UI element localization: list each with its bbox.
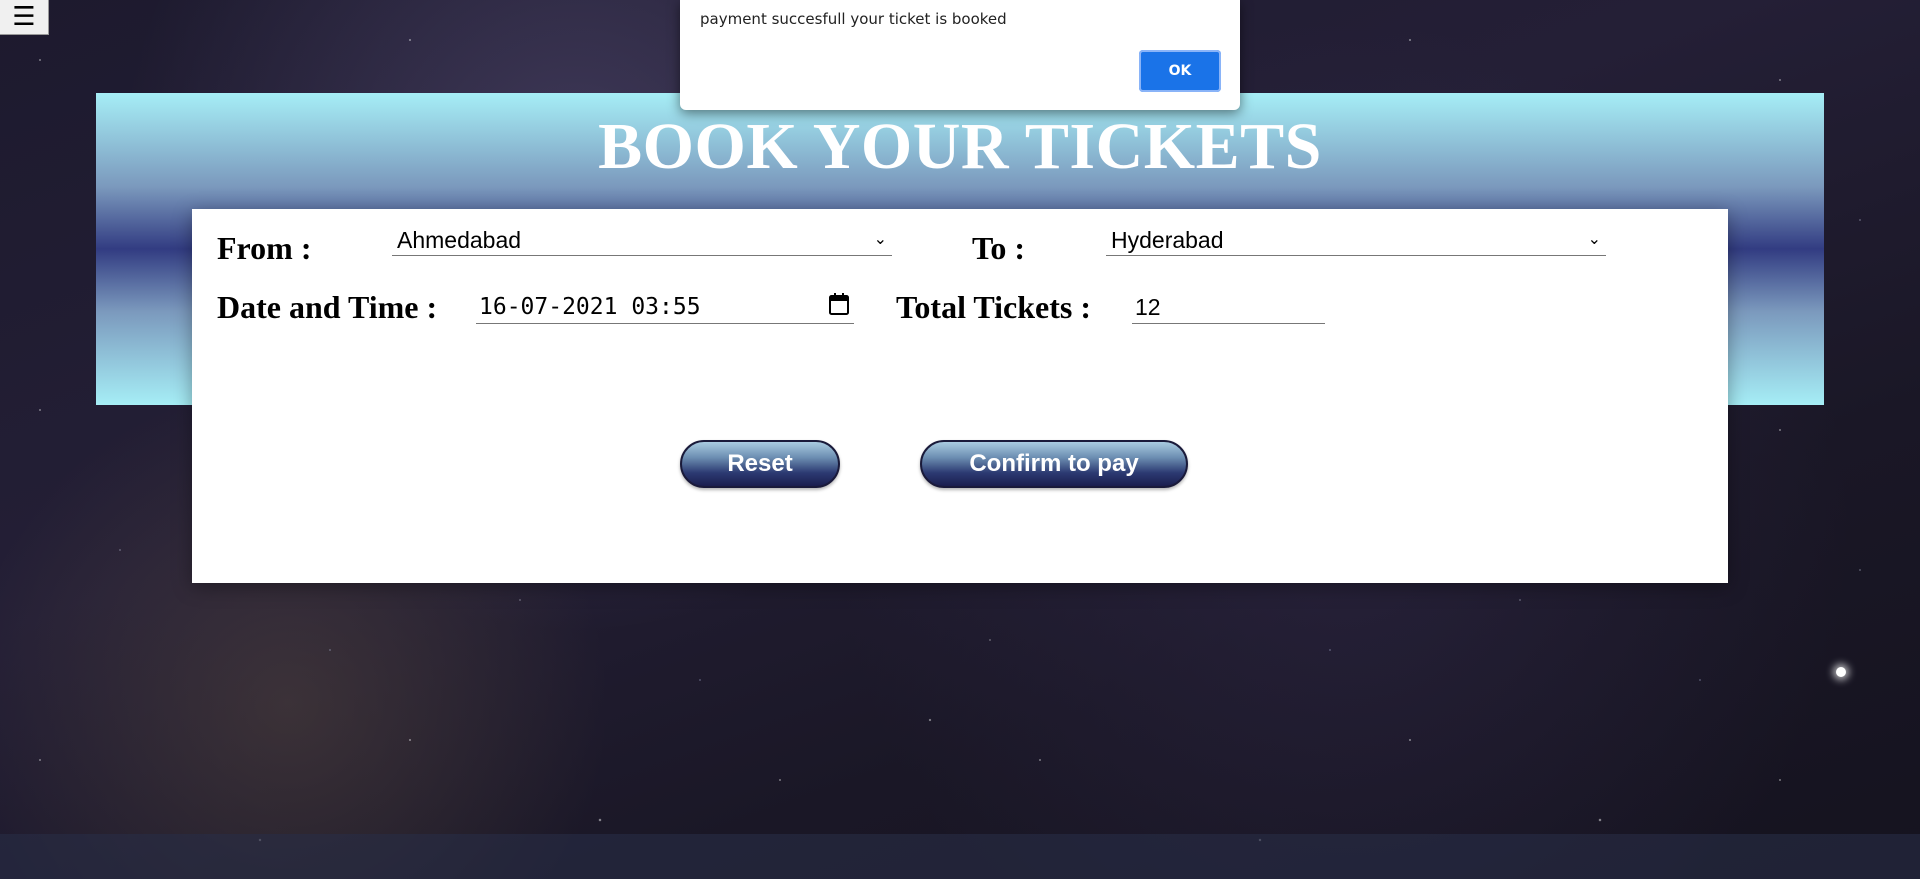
from-select-value: Ahmedabad xyxy=(397,227,522,253)
from-select[interactable]: Ahmedabad ⌄ xyxy=(392,226,892,256)
datetime-input[interactable]: 16-07-2021 03:55 xyxy=(476,290,854,324)
alert-message: payment succesfull your ticket is booked xyxy=(700,10,1007,28)
datetime-label: Date and Time : xyxy=(217,289,438,325)
tickets-input-value: 12 xyxy=(1135,294,1161,320)
bright-star xyxy=(1836,667,1846,677)
tickets-input[interactable]: 12 xyxy=(1132,290,1325,324)
bottom-strip xyxy=(0,834,1920,879)
tickets-label: Total Tickets : xyxy=(896,289,1091,325)
hamburger-menu-icon: ☰ xyxy=(12,2,36,32)
to-label: To : xyxy=(972,230,1026,266)
calendar-icon[interactable] xyxy=(828,292,850,316)
chevron-down-icon: ⌄ xyxy=(873,231,887,248)
alert-ok-button[interactable]: OK xyxy=(1139,50,1221,92)
booking-form: From : Ahmedabad ⌄ To : Hyderabad ⌄ Date… xyxy=(192,209,1728,583)
from-label: From : xyxy=(217,230,312,266)
to-select[interactable]: Hyderabad ⌄ xyxy=(1106,226,1606,256)
page-title: BOOK YOUR TICKETS xyxy=(598,110,1322,183)
datetime-input-value: 16-07-2021 03:55 xyxy=(479,294,701,320)
chevron-down-icon: ⌄ xyxy=(1587,231,1601,248)
confirm-to-pay-button[interactable]: Confirm to pay xyxy=(920,440,1188,488)
to-select-value: Hyderabad xyxy=(1111,227,1224,253)
reset-button[interactable]: Reset xyxy=(680,440,840,488)
alert-dialog: payment succesfull your ticket is booked… xyxy=(680,0,1240,110)
hamburger-menu-button[interactable]: ☰ xyxy=(0,0,49,35)
